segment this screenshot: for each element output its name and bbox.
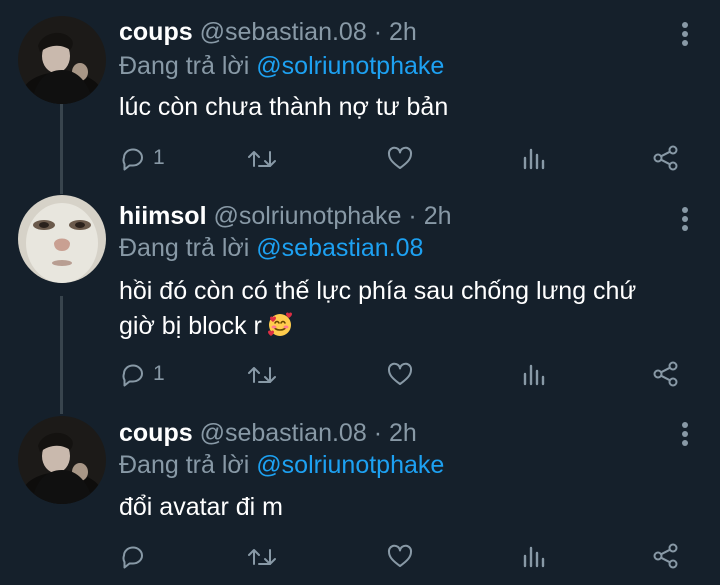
more-button[interactable] — [676, 22, 694, 48]
display-name[interactable]: coups — [119, 18, 193, 46]
replying-to: Đang trả lời @solriunotphake — [119, 51, 444, 81]
tweet[interactable]: hiimsol @solriunotphake · 2h Đang trả lờ… — [0, 195, 720, 410]
tweet-text-line: hồi đó còn có thế lực phía sau chống lưn… — [119, 277, 637, 305]
timestamp[interactable]: 2h — [424, 202, 452, 230]
like-icon — [386, 361, 414, 387]
more-icon-dot — [682, 31, 688, 37]
analytics-button[interactable] — [521, 541, 547, 571]
reply-button[interactable]: 1 — [119, 143, 165, 173]
reply-icon — [119, 144, 147, 172]
like-button[interactable] — [386, 541, 414, 571]
handle[interactable]: @sebastian.08 — [200, 18, 367, 46]
tweet-text-line-2: giờ bị block r — [119, 312, 262, 340]
avatar[interactable] — [18, 416, 106, 504]
more-button[interactable] — [676, 207, 694, 233]
handle[interactable]: @solriunotphake — [213, 202, 401, 230]
analytics-icon — [521, 145, 547, 171]
retweet-icon — [247, 360, 277, 388]
tweet-text-line: giờ bị block r — [119, 309, 699, 344]
reply-button[interactable]: 1 — [119, 359, 165, 389]
analytics-icon — [521, 543, 547, 569]
timestamp[interactable]: 2h — [389, 18, 417, 46]
separator: · — [373, 419, 383, 447]
tweet-text: lúc còn chưa thành nợ tư bản — [119, 93, 449, 121]
handle[interactable]: @sebastian.08 — [200, 419, 367, 447]
share-button[interactable] — [652, 143, 680, 173]
timestamp[interactable]: 2h — [389, 419, 417, 447]
tweet[interactable]: coups @sebastian.08 · 2h Đang trả lời @s… — [0, 410, 720, 585]
tweet-header: coups @sebastian.08 · 2h — [119, 17, 417, 47]
more-button[interactable] — [676, 422, 694, 448]
action-bar — [0, 541, 720, 571]
like-button[interactable] — [386, 359, 414, 389]
like-button[interactable] — [386, 143, 414, 173]
tweet-header: coups @sebastian.08 · 2h — [119, 418, 417, 448]
reply-count: 1 — [153, 362, 165, 385]
avatar[interactable] — [18, 195, 106, 283]
more-icon — [682, 422, 688, 428]
like-icon — [386, 543, 414, 569]
more-icon-dot — [682, 216, 688, 222]
display-name[interactable]: hiimsol — [119, 202, 207, 230]
retweet-button[interactable] — [247, 143, 277, 173]
avatar-dark-photo-image — [18, 16, 106, 104]
mention-link[interactable]: @solriunotphake — [256, 52, 444, 80]
share-icon — [652, 144, 680, 172]
smiling-face-with-hearts-icon — [267, 312, 292, 336]
avatar-face-mask-photo-image — [18, 195, 106, 283]
retweet-button[interactable] — [247, 359, 277, 389]
mention-link[interactable]: @sebastian.08 — [256, 234, 423, 262]
analytics-button[interactable] — [521, 359, 547, 389]
action-bar: 1 — [0, 143, 720, 173]
share-icon — [652, 542, 680, 570]
more-icon-dot — [682, 225, 688, 231]
avatar[interactable] — [18, 16, 106, 104]
action-bar: 1 — [0, 359, 720, 389]
more-icon — [682, 22, 688, 28]
tweet-text: hồi đó còn có thế lực phía sau chống lưn… — [119, 274, 699, 344]
avatar-dark-photo-image — [18, 416, 106, 504]
reply-icon — [119, 542, 147, 570]
replying-to-label: Đang trả lời — [119, 234, 250, 262]
replying-to: Đang trả lời @sebastian.08 — [119, 233, 423, 263]
analytics-icon — [521, 361, 547, 387]
reply-count: 1 — [153, 146, 165, 169]
retweet-button[interactable] — [247, 541, 277, 571]
mention-link[interactable]: @solriunotphake — [256, 451, 444, 479]
reply-button[interactable] — [119, 541, 153, 571]
more-icon-dot — [682, 431, 688, 437]
replying-to: Đang trả lời @solriunotphake — [119, 450, 444, 480]
more-icon — [682, 207, 688, 213]
analytics-button[interactable] — [521, 143, 547, 173]
reply-icon — [119, 360, 147, 388]
display-name[interactable]: coups — [119, 419, 193, 447]
replying-to-label: Đang trả lời — [119, 451, 250, 479]
more-icon-dot — [682, 440, 688, 446]
retweet-icon — [247, 542, 277, 570]
replying-to-label: Đang trả lời — [119, 52, 250, 80]
tweet-header: hiimsol @solriunotphake · 2h — [119, 201, 452, 231]
share-button[interactable] — [652, 541, 680, 571]
separator: · — [408, 202, 417, 230]
retweet-icon — [247, 144, 277, 172]
tweet[interactable]: coups @sebastian.08 · 2h Đang trả lời @s… — [0, 0, 720, 195]
separator: · — [373, 18, 383, 46]
share-icon — [652, 360, 680, 388]
tweet-text: đổi avatar đi m — [119, 493, 283, 521]
share-button[interactable] — [652, 359, 680, 389]
more-icon-dot — [682, 40, 688, 46]
like-icon — [386, 145, 414, 171]
